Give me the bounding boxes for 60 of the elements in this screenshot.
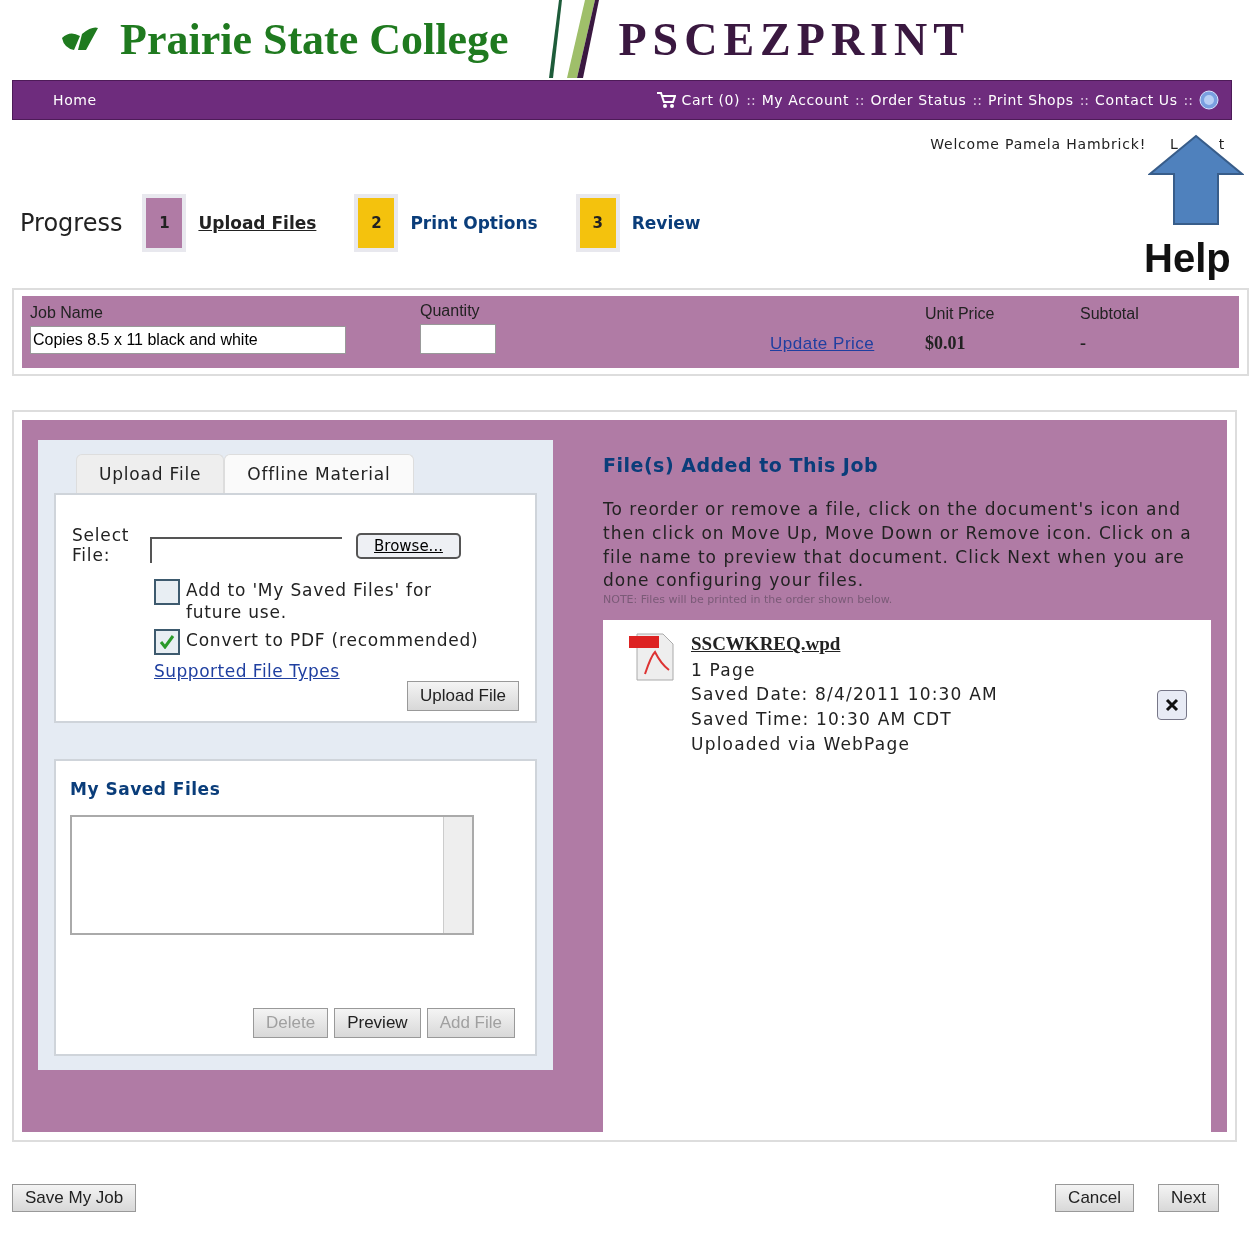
file-name-link[interactable]: SSCWKREQ.wpd [691, 630, 1021, 658]
upload-tab[interactable]: Offline Material [224, 454, 414, 493]
nav-separator: :: [1183, 92, 1193, 108]
saved-files-title: My Saved Files [70, 779, 222, 800]
step-number: 2 [354, 194, 399, 252]
instructions-text: To reorder or remove a file, click on the document's icon and then click on Move Up, Move Down or Remove icon. Click on a file name to preview that document. Click Next when you are done configuring your files. [603, 498, 1193, 593]
field-label: Job Name [30, 304, 104, 322]
check-icon [159, 635, 175, 650]
option-label: Add to 'My Saved Files' for future use. [186, 579, 433, 624]
file-detail: 1 Page [691, 658, 757, 682]
browse-button[interactable]: Browse... [356, 533, 461, 559]
quantity-field[interactable] [420, 324, 496, 354]
supported-types-link[interactable]: Supported File Types [154, 661, 340, 682]
field-label: Unit Price [925, 305, 996, 323]
save-job-button[interactable]: Save My Job [12, 1184, 137, 1212]
step-number: 3 [575, 194, 620, 252]
subtotal-value: - [1080, 333, 1087, 354]
nav-separator: :: [1079, 92, 1090, 108]
field-label: Subtotal [1080, 305, 1140, 323]
next-button[interactable]: Next [1158, 1184, 1219, 1212]
step-link[interactable]: Review [631, 213, 701, 233]
nav-link[interactable]: Cart (0) [681, 92, 741, 108]
logout-link[interactable]: L [1170, 136, 1179, 152]
cart-icon [655, 91, 676, 109]
nav-link[interactable]: Contact Us [1095, 92, 1178, 108]
file-detail: Saved Time: 10:30 AM CDT [691, 708, 953, 731]
cancel-button[interactable]: Cancel [1055, 1184, 1135, 1212]
field-label: Quantity [420, 302, 481, 320]
select-file-label: Select File: [72, 525, 131, 565]
welcome-text: Welcome Pamela Hambrick! [930, 136, 1147, 152]
nav-link[interactable]: Order Status [870, 92, 967, 108]
saved-file-button[interactable]: Preview [334, 1008, 421, 1038]
nav-separator: :: [972, 92, 982, 108]
progress-title: Progress [20, 209, 123, 237]
remove-icon[interactable] [1157, 690, 1187, 721]
option-label: Convert to PDF (recommended) [186, 629, 480, 652]
nav-separator: :: [746, 92, 756, 108]
job-name-field[interactable]: Copies 8.5 x 11 black and white [30, 326, 346, 354]
step-link[interactable]: Upload Files [198, 213, 317, 233]
home-link[interactable]: Home [53, 92, 97, 108]
checkbox[interactable] [154, 579, 180, 605]
help-icon[interactable] [1199, 90, 1219, 110]
nav-separator: :: [854, 92, 865, 108]
nav-link[interactable]: Print Shops [987, 92, 1074, 108]
step-link[interactable]: Print Options [410, 213, 538, 233]
file-detail: Uploaded via WebPage [691, 732, 912, 756]
unit-price: $0.01 [925, 333, 967, 354]
file-detail: Saved Date: 8/4/2011 10:30 AM [691, 683, 999, 707]
file-field[interactable] [150, 537, 342, 563]
step-number: 1 [142, 194, 187, 252]
upload-tab[interactable]: Upload File [76, 454, 225, 493]
scrollbar[interactable] [443, 817, 472, 934]
college-logo: Prairie State College [120, 13, 509, 65]
nav-link[interactable]: My Account [761, 92, 849, 108]
upload-file-button[interactable]: Upload File [407, 681, 519, 712]
checkbox[interactable] [154, 629, 180, 656]
product-logo: PSCEZPRINT [618, 12, 970, 66]
logout-link[interactable]: t [1218, 136, 1225, 152]
help-annotation: Help [1144, 236, 1231, 281]
files-title: File(s) Added to This Job [603, 454, 880, 476]
